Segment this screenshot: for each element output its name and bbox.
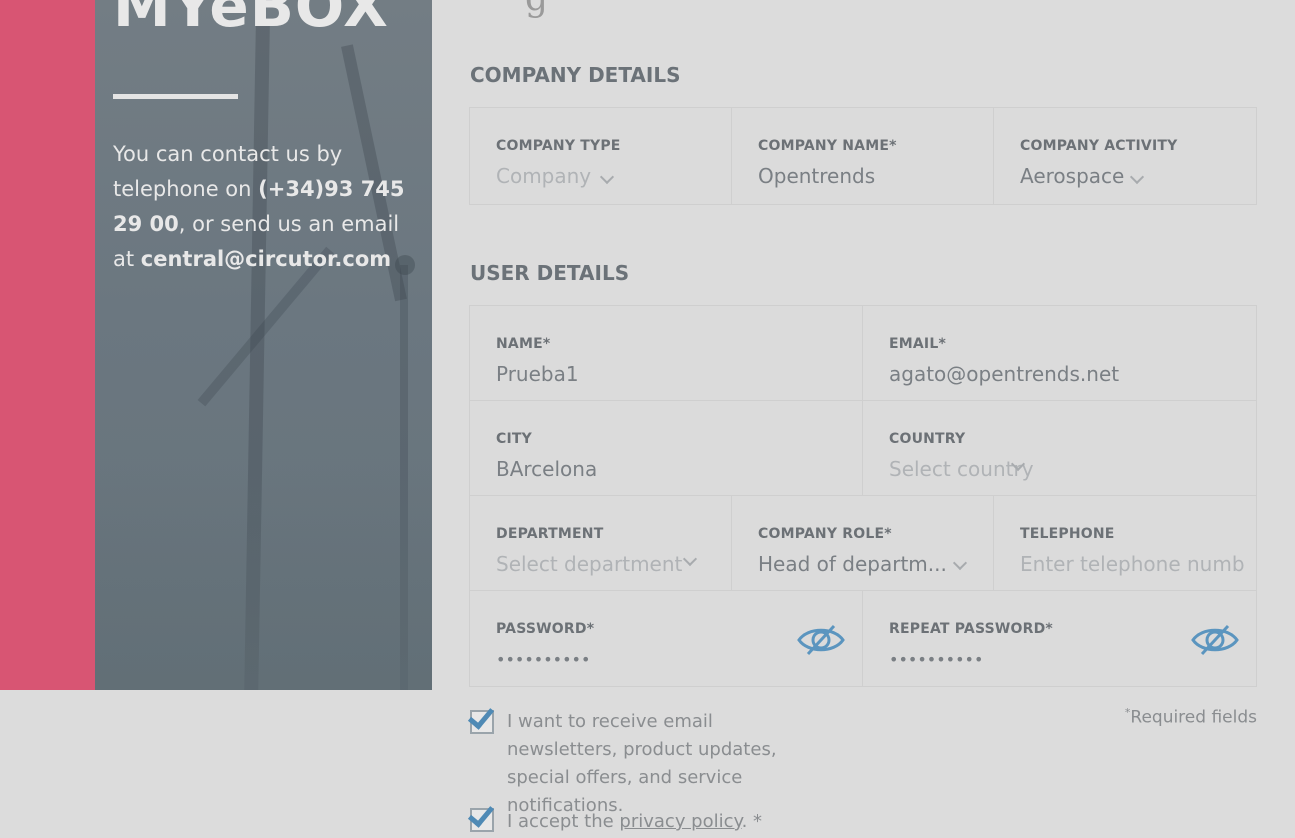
contact-email[interactable]: central@circutor.com [141,247,391,271]
field-label: COMPANY ROLE* [758,526,892,542]
name-field[interactable]: NAME* Prueba1 [470,306,863,400]
email-field[interactable]: EMAIL* agato@opentrends.net [863,306,1256,400]
department-select[interactable]: DEPARTMENT Select department [470,496,732,590]
checkmark-icon [467,702,495,730]
field-label: DEPARTMENT [496,526,604,542]
required-text: Required fields [1130,707,1257,728]
telephone-field[interactable]: TELEPHONE Enter telephone numb [994,496,1256,590]
chevron-down-icon [952,555,968,571]
privacy-label: I accept the privacy policy. * [507,808,762,836]
field-placeholder: Select department [496,552,683,576]
company-name-field[interactable]: COMPANY NAME* Opentrends [732,108,994,204]
privacy-checkbox[interactable] [467,800,495,832]
background-image [95,460,432,690]
repeat-password-field[interactable]: REPEAT PASSWORD* •••••••••• [863,591,1256,686]
field-label: COMPANY NAME* [758,138,897,154]
privacy-policy-link[interactable]: privacy policy [619,811,741,832]
field-label: COUNTRY [889,431,966,447]
field-value: Aerospace [1020,164,1125,188]
user-form: NAME* Prueba1 EMAIL* agato@opentrends.ne… [469,305,1257,687]
company-type-select[interactable]: COMPANY TYPE Company [470,108,732,204]
checkmark-icon [467,800,495,828]
user-section-title: USER DETAILS [470,261,630,285]
newsletter-checkbox[interactable] [467,702,495,734]
field-label: TELEPHONE [1020,526,1115,542]
field-label: EMAIL* [889,336,946,352]
field-label: CITY [496,431,532,447]
field-value: agato@opentrends.net [889,362,1120,386]
contact-info: You can contact us by telephone on (+34)… [113,137,413,277]
field-label: NAME* [496,336,551,352]
page-title: g [525,0,548,19]
privacy-prefix: I accept the [507,811,620,832]
company-form: COMPANY TYPE Company COMPANY NAME* Opent… [469,107,1257,205]
brand-title: MYeBOX [113,0,389,40]
field-value: Opentrends [758,164,876,188]
eye-slash-icon[interactable] [796,623,846,657]
field-value: Prueba1 [496,362,579,386]
field-value: BArcelona [496,457,598,481]
newsletter-label: I want to receive email newsletters, pro… [507,711,777,816]
company-section-title: COMPANY DETAILS [470,63,681,87]
company-activity-select[interactable]: COMPANY ACTIVITY Aerospace [994,108,1256,204]
required-fields-note: *Required fields [1125,706,1257,728]
password-field[interactable]: PASSWORD* •••••••••• [470,591,863,686]
field-label: COMPANY ACTIVITY [1020,138,1178,154]
city-field[interactable]: CITY BArcelona [470,401,863,495]
side-panel: MYeBOX You can contact us by telephone o… [95,0,432,690]
field-placeholder: Enter telephone numb [1020,552,1245,576]
divider [113,94,238,99]
country-select[interactable]: COUNTRY Select country [863,401,1256,495]
eye-slash-icon[interactable] [1190,623,1240,657]
company-role-select[interactable]: COMPANY ROLE* Head of departm... [732,496,994,590]
field-value: •••••••••• [496,650,591,669]
privacy-suffix: . * [741,811,763,832]
field-value: Head of departm... [758,552,947,576]
field-label: COMPANY TYPE [496,138,621,154]
accent-strip [0,0,95,690]
field-placeholder: Select country [889,457,1034,481]
field-value: •••••••••• [889,650,984,669]
